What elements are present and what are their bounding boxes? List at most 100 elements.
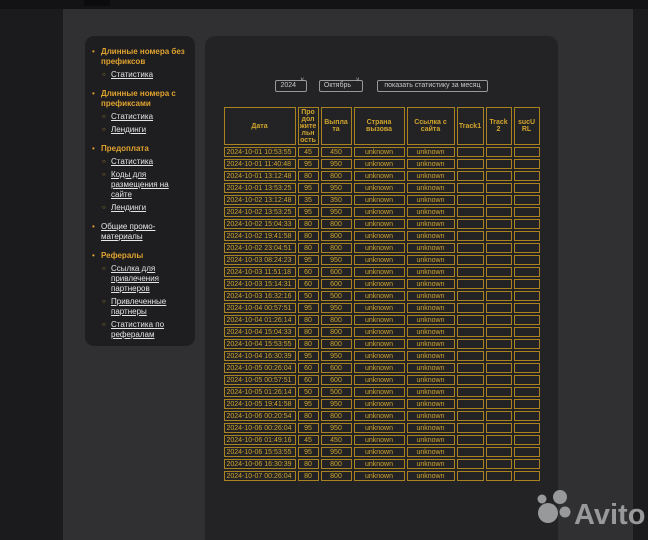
- payout-cell: 600: [321, 363, 352, 373]
- payout-cell: 950: [321, 399, 352, 409]
- date-cell: 2024-10-03 11:51:18: [224, 267, 296, 277]
- sidebar-group: •Рефералы○Ссылка для привлечения партнер…: [92, 251, 187, 340]
- sidebar-sub-link[interactable]: Ссылка для привлечения партнеров: [111, 264, 187, 294]
- sidebar-sub-link[interactable]: Статистика: [111, 157, 153, 167]
- track1-cell: [457, 183, 484, 193]
- sidebar-item-link[interactable]: Общие промо-материалы: [101, 222, 187, 242]
- sucurl-cell: [514, 195, 540, 205]
- table-row: 2024-10-02 13:53:2595950unknownunknown: [224, 207, 540, 217]
- payout-cell: 600: [321, 279, 352, 289]
- date-cell: 2024-10-02 19:41:58: [224, 231, 296, 241]
- site-link-cell: unknown: [407, 147, 455, 157]
- sucurl-cell: [514, 267, 540, 277]
- country-cell: unknown: [354, 327, 405, 337]
- country-cell: unknown: [354, 279, 405, 289]
- track2-cell: [486, 399, 512, 409]
- table-row: 2024-10-06 16:30:3980800unknownunknown: [224, 459, 540, 469]
- track2-cell: [486, 195, 512, 205]
- sub-bullet-icon: ○: [102, 203, 107, 213]
- site-link-cell: unknown: [407, 327, 455, 337]
- sidebar-sub-link[interactable]: Привлеченные партнеры: [111, 297, 187, 317]
- track2-cell: [486, 231, 512, 241]
- country-cell: unknown: [354, 255, 405, 265]
- sidebar-group-title: Длинные номера с префиксами: [101, 89, 187, 109]
- sidebar-group: •Длинные номера с префиксами○Статистика○…: [92, 89, 187, 135]
- duration-cell: 60: [298, 279, 319, 289]
- duration-cell: 80: [298, 339, 319, 349]
- sub-bullet-icon: ○: [102, 297, 107, 307]
- sidebar-sub-link[interactable]: Лендинги: [111, 125, 146, 135]
- bullet-icon: •: [92, 89, 97, 99]
- year-select[interactable]: 2024: [275, 80, 307, 92]
- duration-cell: 95: [298, 159, 319, 169]
- payout-cell: 950: [321, 255, 352, 265]
- duration-cell: 80: [298, 231, 319, 241]
- sidebar-sub-link[interactable]: Статистика по рефералам: [111, 320, 187, 340]
- country-cell: unknown: [354, 267, 405, 277]
- sucurl-cell: [514, 363, 540, 373]
- sidebar-sub-link[interactable]: Лендинги: [111, 203, 146, 213]
- table-row: 2024-10-01 13:12:4880800unknownunknown: [224, 171, 540, 181]
- track2-cell: [486, 279, 512, 289]
- month-select[interactable]: Октябрь: [319, 80, 363, 92]
- table-row: 2024-10-01 10:53:5545450unknownunknown: [224, 147, 540, 157]
- table-row: 2024-10-05 00:57:5160600unknownunknown: [224, 375, 540, 385]
- sub-bullet-icon: ○: [102, 320, 107, 330]
- country-cell: unknown: [354, 471, 405, 481]
- date-cell: 2024-10-01 13:12:48: [224, 171, 296, 181]
- sucurl-cell: [514, 207, 540, 217]
- sub-bullet-icon: ○: [102, 70, 107, 80]
- site-link-cell: unknown: [407, 279, 455, 289]
- table-row: 2024-10-03 08:24:2395950unknownunknown: [224, 255, 540, 265]
- site-link-cell: unknown: [407, 231, 455, 241]
- col-header-duration: Продолжительность: [298, 107, 319, 145]
- country-cell: unknown: [354, 183, 405, 193]
- sidebar-sub-link[interactable]: Коды для размещения на сайте: [111, 170, 187, 200]
- payout-cell: 950: [321, 183, 352, 193]
- payout-cell: 950: [321, 447, 352, 457]
- table-row: 2024-10-04 01:26:1480800unknownunknown: [224, 315, 540, 325]
- payout-cell: 950: [321, 303, 352, 313]
- sidebar-sub-link[interactable]: Статистика: [111, 112, 153, 122]
- sucurl-cell: [514, 255, 540, 265]
- site-link-cell: unknown: [407, 303, 455, 313]
- track2-cell: [486, 471, 512, 481]
- country-cell: unknown: [354, 435, 405, 445]
- bullet-icon: •: [92, 144, 97, 154]
- track2-cell: [486, 171, 512, 181]
- track2-cell: [486, 267, 512, 277]
- table-row: 2024-10-04 15:04:3380800unknownunknown: [224, 327, 540, 337]
- bullet-icon: •: [92, 222, 97, 232]
- sucurl-cell: [514, 339, 540, 349]
- track1-cell: [457, 243, 484, 253]
- site-link-cell: unknown: [407, 351, 455, 361]
- stats-table: Дата Продолжительность Выплата Страна вы…: [222, 105, 542, 483]
- duration-cell: 35: [298, 195, 319, 205]
- sub-bullet-icon: ○: [102, 264, 107, 274]
- track2-cell: [486, 459, 512, 469]
- track2-cell: [486, 243, 512, 253]
- country-cell: unknown: [354, 459, 405, 469]
- site-link-cell: unknown: [407, 291, 455, 301]
- site-link-cell: unknown: [407, 207, 455, 217]
- track2-cell: [486, 351, 512, 361]
- sidebar-group-title: Длинные номера без префиксов: [101, 47, 187, 67]
- table-row: 2024-10-01 13:53:2595950unknownunknown: [224, 183, 540, 193]
- country-cell: unknown: [354, 231, 405, 241]
- track1-cell: [457, 267, 484, 277]
- country-cell: unknown: [354, 147, 405, 157]
- date-cell: 2024-10-02 23:04:51: [224, 243, 296, 253]
- duration-cell: 60: [298, 267, 319, 277]
- track1-cell: [457, 339, 484, 349]
- track2-cell: [486, 255, 512, 265]
- track1-cell: [457, 171, 484, 181]
- sidebar-group: • Общие промо-материалы: [92, 222, 187, 242]
- site-link-cell: unknown: [407, 471, 455, 481]
- track1-cell: [457, 387, 484, 397]
- sub-bullet-icon: ○: [102, 170, 107, 180]
- sidebar-sub-link[interactable]: Статистика: [111, 70, 153, 80]
- show-stats-button[interactable]: показать статистику за месяц: [377, 80, 487, 92]
- month-select-wrap: Октябрь ∨: [319, 74, 363, 92]
- track2-cell: [486, 183, 512, 193]
- track2-cell: [486, 291, 512, 301]
